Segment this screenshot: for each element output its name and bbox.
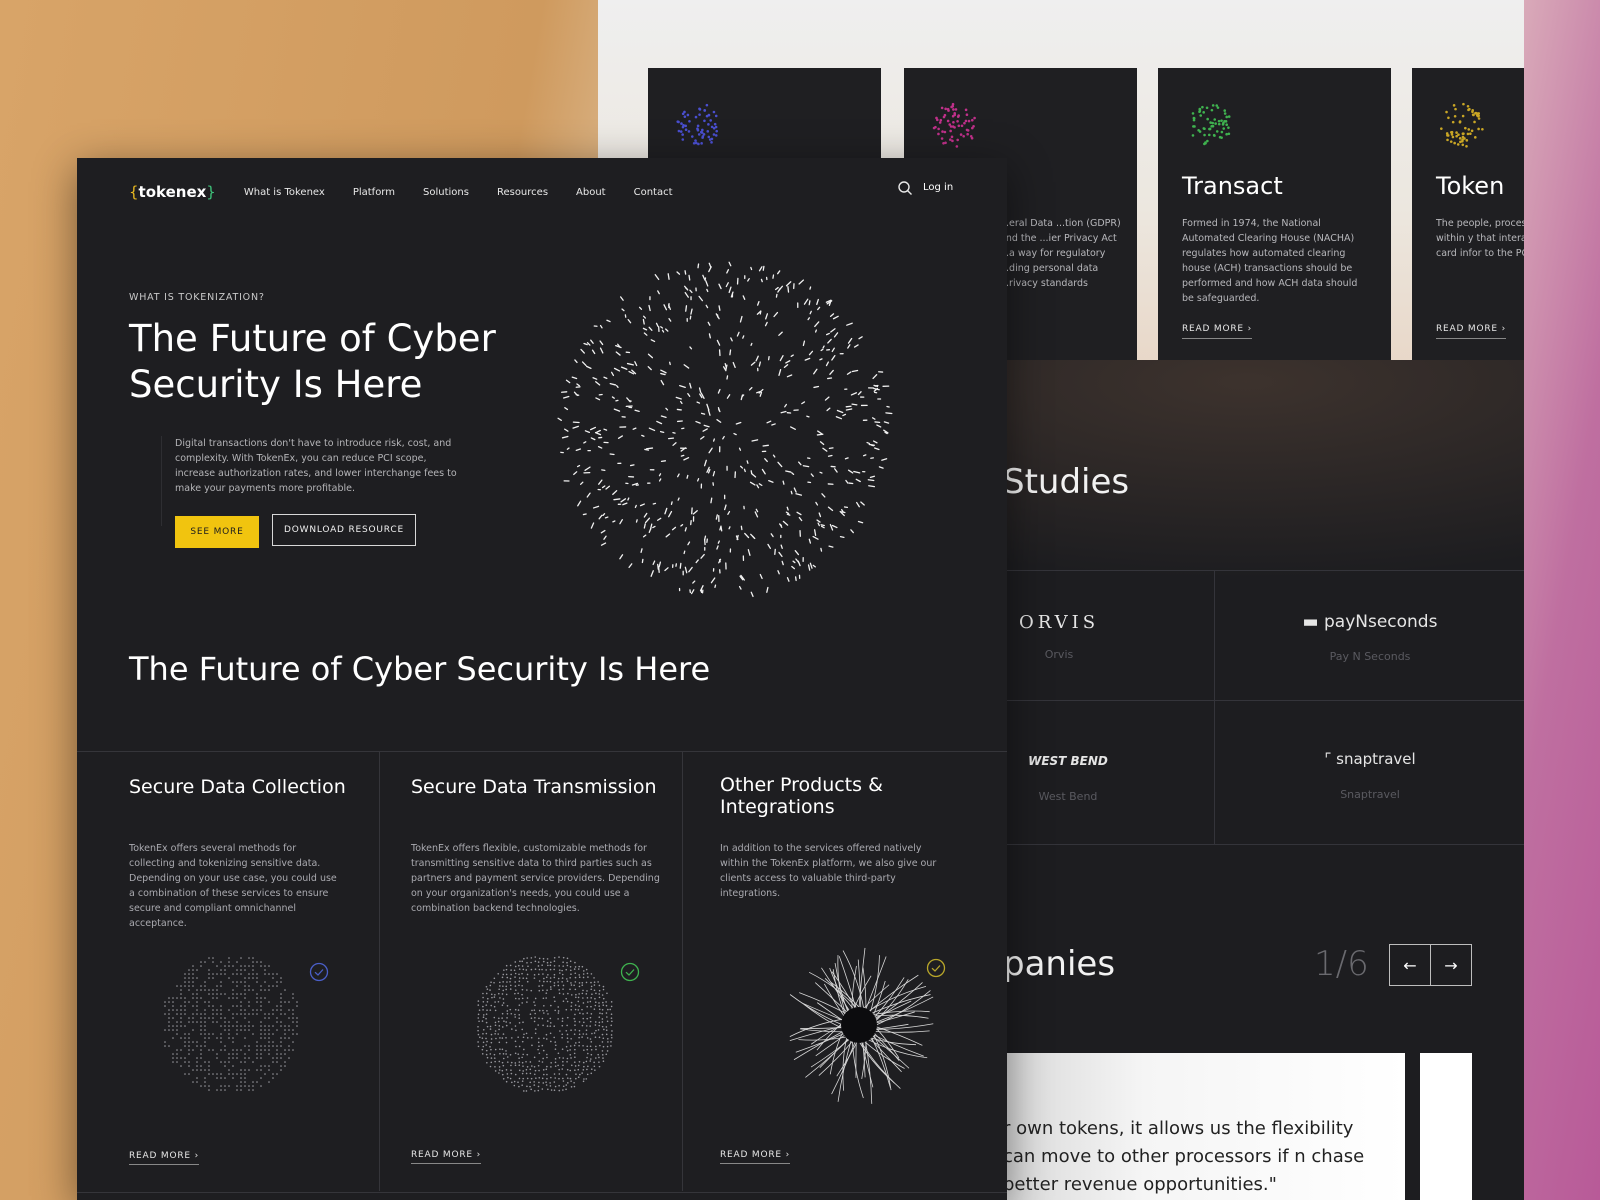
hero-description: Digital transactions don't have to intro… xyxy=(175,438,457,494)
logo-caption: Pay N Seconds xyxy=(1329,650,1411,663)
nav-item-about[interactable]: About xyxy=(576,187,606,198)
search-icon[interactable] xyxy=(897,180,913,196)
next-arrow-button[interactable]: → xyxy=(1430,944,1472,986)
nav-item-solutions[interactable]: Solutions xyxy=(423,187,469,198)
feature-title: Secure Data Transmission xyxy=(411,776,657,798)
section-title: The Future of Cyber Security Is Here xyxy=(129,650,711,688)
nav-item-what-is-tokenex[interactable]: What is Tokenex xyxy=(244,187,325,198)
read-more-link[interactable]: READ MORE › xyxy=(1436,324,1506,339)
pager-indicator: 1/6 xyxy=(1314,944,1369,984)
nav-item-resources[interactable]: Resources xyxy=(497,187,548,198)
testimonial-quote: r own tokens, it allows us the flexibili… xyxy=(1003,1118,1365,1195)
logo-caption: Snaptravel xyxy=(1340,788,1400,801)
snaptravel-logo[interactable]: ⌜ snaptravel xyxy=(1300,750,1440,768)
prev-arrow-button[interactable]: ← xyxy=(1389,944,1431,986)
westbend-logo[interactable]: WEST BEND xyxy=(1003,754,1133,768)
feature-description: TokenEx offers flexible, customizable me… xyxy=(411,843,660,914)
orvis-logo[interactable]: ORVIS xyxy=(1003,612,1115,633)
feature-description: TokenEx offers several methods for colle… xyxy=(129,843,337,929)
download-resource-button[interactable]: DOWNLOAD RESOURCE xyxy=(272,514,416,546)
nav-item-platform[interactable]: Platform xyxy=(353,187,395,198)
check-circle-icon xyxy=(926,958,946,978)
chevron-right-icon: › xyxy=(785,1150,790,1160)
card-icon: ▬ xyxy=(1302,612,1319,632)
paynseconds-logo[interactable]: ▬ payNseconds xyxy=(1300,612,1440,632)
card-title: Token xyxy=(1436,172,1505,200)
solution-card-transact[interactable]: Transact Formed in 1974, the National Au… xyxy=(1158,68,1391,364)
card-description: The people, process technology within y … xyxy=(1436,218,1524,259)
feature-description: In addition to the services offered nati… xyxy=(720,843,937,899)
case-studies-heading: Studies xyxy=(1003,462,1130,502)
dotted-globe-illustration xyxy=(164,957,298,1091)
particle-sphere-illustration xyxy=(557,261,893,598)
nav-item-contact[interactable]: Contact xyxy=(634,187,673,198)
logo-caption: West Bend xyxy=(1038,790,1098,803)
feature-title: Other Products & Integrations xyxy=(720,774,883,818)
chevron-right-icon: › xyxy=(194,1151,199,1161)
check-circle-icon xyxy=(309,962,329,982)
chevron-right-icon: › xyxy=(1501,324,1506,334)
read-more-link[interactable]: READ MORE › xyxy=(129,1151,199,1165)
see-more-button[interactable]: SEE MORE xyxy=(175,516,259,548)
chevron-right-icon: › xyxy=(476,1150,481,1160)
read-more-link[interactable]: READ MORE › xyxy=(411,1150,481,1164)
dotted-sphere-illustration xyxy=(477,956,613,1092)
chevron-right-icon: › xyxy=(1247,324,1252,334)
card-description: ...eral Data ...tion (GDPR) and the ...i… xyxy=(1000,218,1121,289)
read-more-link[interactable]: READ MORE › xyxy=(1182,324,1252,339)
dots-ring-icon xyxy=(1440,102,1484,148)
login-link[interactable]: Log in xyxy=(923,182,953,193)
testimonial-card-next xyxy=(1420,1053,1472,1200)
top-nav: {tokenex} What is Tokenex Platform Solut… xyxy=(129,180,701,204)
dots-spiral-icon xyxy=(1191,104,1231,146)
card-title: Transact xyxy=(1182,172,1283,200)
check-circle-icon xyxy=(620,962,640,982)
hero-eyebrow: WHAT IS TOKENIZATION? xyxy=(129,292,265,303)
logo-caption: Orvis xyxy=(1044,648,1074,661)
dots-cluster-icon xyxy=(932,102,976,148)
dots-globe-icon xyxy=(676,103,719,146)
tendril-burst-illustration xyxy=(789,947,934,1104)
testimonial-card: r own tokens, it allows us the flexibili… xyxy=(1003,1053,1405,1200)
feature-title: Secure Data Collection xyxy=(129,776,346,798)
solution-card-token[interactable]: Token The people, process technology wit… xyxy=(1412,68,1524,364)
companies-heading: panies xyxy=(1003,944,1116,984)
brand-logo[interactable]: {tokenex} xyxy=(129,183,216,201)
hero-title: The Future of Cyber Security Is Here xyxy=(129,317,496,406)
front-screen: {tokenex} What is Tokenex Platform Solut… xyxy=(77,158,1007,1200)
read-more-link[interactable]: READ MORE › xyxy=(720,1150,790,1164)
snap-icon: ⌜ xyxy=(1324,750,1332,768)
card-description: Formed in 1974, the National Automated C… xyxy=(1182,218,1358,304)
